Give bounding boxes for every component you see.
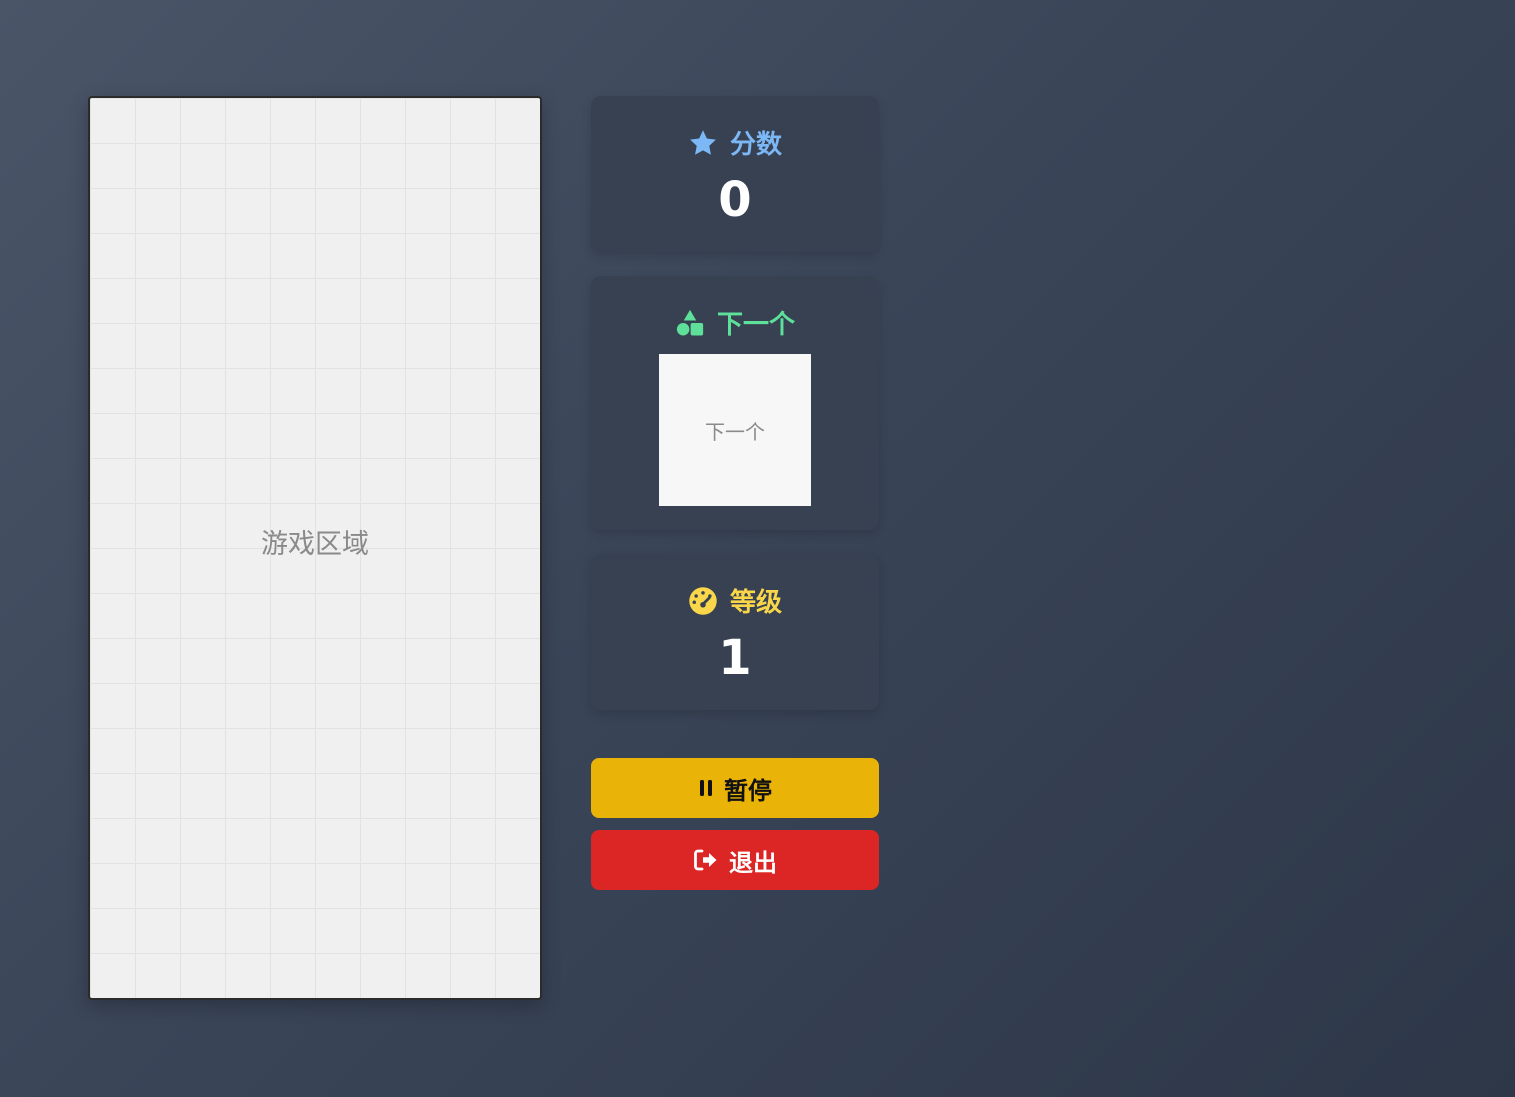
- shapes-icon: [675, 308, 705, 338]
- score-title: 分数: [591, 124, 879, 161]
- score-panel: 分数 0: [591, 96, 879, 252]
- level-title-label: 等级: [729, 588, 782, 618]
- level-value: 1: [718, 630, 752, 686]
- next-piece-title-label: 下一个: [716, 310, 795, 340]
- star-icon: [688, 128, 718, 158]
- next-piece-title: 下一个: [591, 304, 879, 341]
- level-panel: 等级 1: [591, 554, 879, 710]
- next-piece-preview: 下一个: [659, 354, 811, 506]
- next-piece-preview-label: 下一个: [705, 419, 765, 444]
- gauge-icon: [688, 586, 718, 616]
- next-piece-panel: 下一个 下一个: [591, 276, 879, 530]
- pause-icon: [698, 778, 714, 798]
- game-board-label: 游戏区域: [261, 529, 369, 560]
- level-title: 等级: [591, 582, 879, 619]
- pause-button[interactable]: 暂停: [591, 758, 879, 818]
- score-value: 0: [718, 172, 752, 228]
- exit-button-label: 退出: [729, 848, 777, 877]
- pause-button-label: 暂停: [724, 776, 772, 805]
- game-board[interactable]: 游戏区域: [88, 96, 542, 1000]
- exit-button[interactable]: 退出: [591, 830, 879, 890]
- score-title-label: 分数: [729, 130, 782, 160]
- sign-out-icon: [693, 848, 719, 872]
